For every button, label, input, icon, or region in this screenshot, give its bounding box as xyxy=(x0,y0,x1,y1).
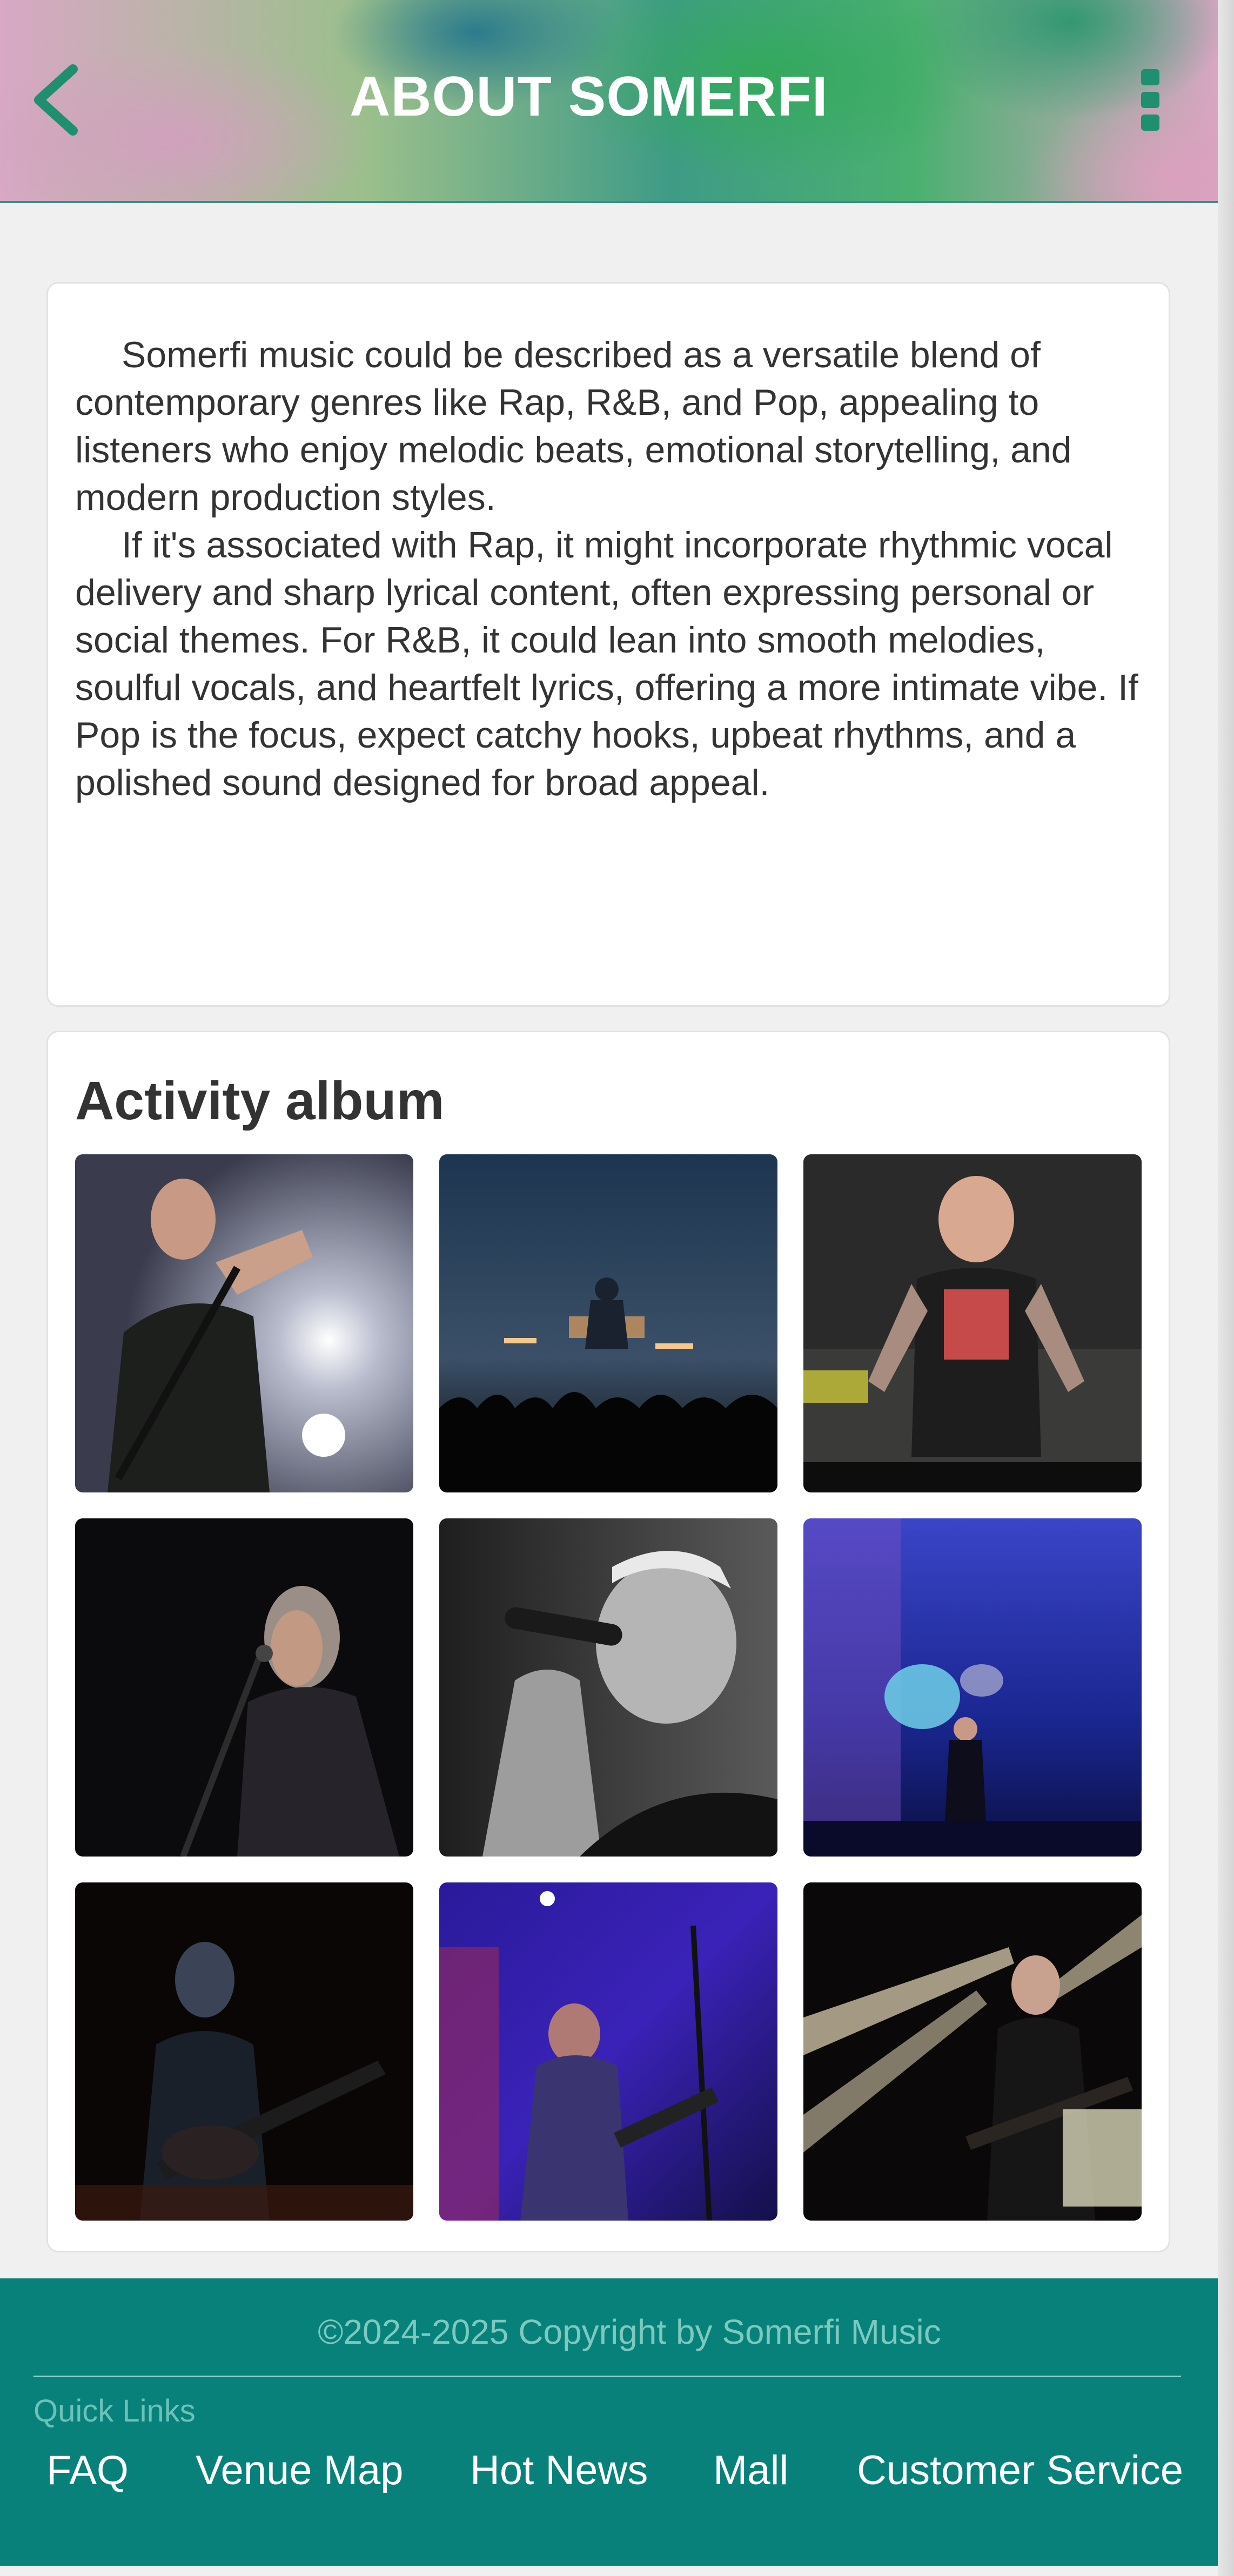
album-photo-5[interactable] xyxy=(439,1518,777,1857)
page-title: ABOUT SOMERFI xyxy=(350,65,828,128)
quick-links-label: Quick Links xyxy=(33,2393,196,2429)
copyright-text: ©2024-2025 Copyright by Somerfi Music xyxy=(318,2312,941,2351)
about-text: Somerfi music could be described as a ve… xyxy=(75,331,1150,806)
album-photo-7[interactable] xyxy=(75,1882,413,2221)
vertical-dots-icon xyxy=(1141,69,1159,131)
about-paragraph-2: If it's associated with Rap, it might in… xyxy=(75,524,1138,803)
guitarist-purple-lights-photo xyxy=(439,1882,777,2221)
link-faq[interactable]: FAQ xyxy=(46,2447,129,2494)
chevron-left-icon xyxy=(34,64,78,136)
album-photo-8[interactable] xyxy=(439,1882,777,2221)
about-card: Somerfi music could be described as a ve… xyxy=(46,282,1170,1007)
guitarist-spotlights-photo xyxy=(803,1882,1142,2221)
link-customer-service[interactable]: Customer Service xyxy=(857,2447,1183,2494)
album-photo-6[interactable] xyxy=(803,1518,1142,1857)
grey-haired-singer-photo xyxy=(75,1518,413,1857)
drummer-blue-stage-photo xyxy=(803,1518,1142,1857)
page-footer: ©2024-2025 Copyright by Somerfi Music Qu… xyxy=(0,2278,1218,2566)
crowd-silhouette-concert-photo xyxy=(439,1154,777,1492)
album-photo-3[interactable] xyxy=(803,1154,1142,1492)
link-venue-map[interactable]: Venue Map xyxy=(196,2447,404,2494)
activity-album-card: Activity album xyxy=(46,1031,1170,2252)
bass-player-dark-stage-photo xyxy=(75,1882,413,2221)
album-photo-4[interactable] xyxy=(75,1518,413,1857)
link-mall[interactable]: Mall xyxy=(713,2447,788,2494)
quick-links: FAQ Venue Map Hot News Mall Customer Ser… xyxy=(0,2447,1218,2506)
black-and-white-singer-photo xyxy=(439,1518,777,1857)
album-photo-9[interactable] xyxy=(803,1882,1142,2221)
about-paragraph-1: Somerfi music could be described as a ve… xyxy=(75,334,1072,518)
more-options-button[interactable] xyxy=(1135,65,1167,135)
page-scrollbar[interactable] xyxy=(1218,0,1234,2576)
tattooed-performer-on-stage-photo xyxy=(803,1154,1142,1492)
footer-divider xyxy=(33,2376,1181,2377)
page-header: ABOUT SOMERFI xyxy=(0,0,1218,203)
back-button[interactable] xyxy=(27,59,86,140)
singer-screaming-into-mic-photo xyxy=(75,1154,413,1492)
link-hot-news[interactable]: Hot News xyxy=(470,2447,648,2494)
album-photo-2[interactable] xyxy=(439,1154,777,1492)
album-photo-1[interactable] xyxy=(75,1154,413,1492)
album-title: Activity album xyxy=(75,1071,445,1131)
